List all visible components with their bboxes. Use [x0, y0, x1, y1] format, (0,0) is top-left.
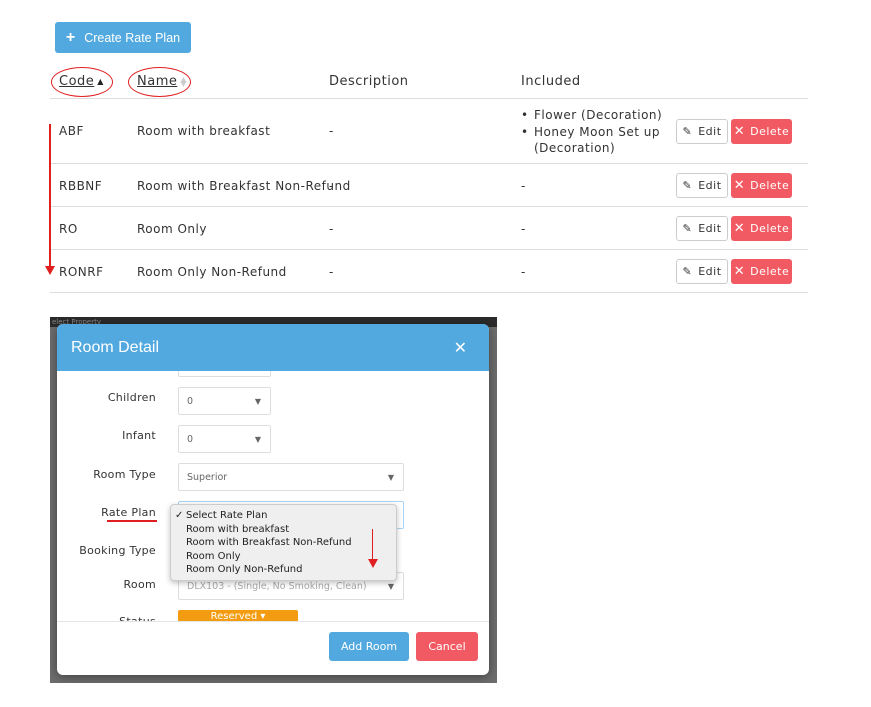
- cell-description: -: [329, 222, 334, 236]
- children-label: Children: [107, 391, 156, 404]
- caret-down-icon: ▼: [387, 473, 394, 482]
- modal-body: Children 0 ▼ Infant 0 ▼ Room Type Superior…: [57, 371, 489, 622]
- dropdown-option[interactable]: Room with breakfast: [171, 523, 396, 537]
- add-room-button[interactable]: Add Room: [329, 632, 409, 661]
- pencil-icon: ✎: [682, 179, 693, 192]
- close-icon: ✕: [733, 124, 746, 139]
- create-rate-plan-button[interactable]: + Create Rate Plan: [55, 22, 191, 53]
- plus-icon: +: [65, 28, 76, 46]
- checkmark-icon: ✓: [175, 510, 184, 521]
- edit-button[interactable]: ✎ Edit: [676, 216, 728, 241]
- included-item: Flower (Decoration): [521, 107, 662, 124]
- delete-button[interactable]: ✕ Delete: [731, 216, 792, 241]
- cell-name: Room with breakfast: [137, 124, 271, 138]
- annotation-circle-name: [128, 67, 191, 97]
- table-header: Code ▲ Name ▲ ▼ Description Included: [50, 64, 808, 99]
- cell-included: Flower (Decoration) Honey Moon Set up(De…: [521, 107, 662, 157]
- modal-title: Room Detail: [71, 338, 160, 356]
- dropdown-option[interactable]: Room with Breakfast Non-Refund: [171, 536, 396, 550]
- table-row: ABF Room with breakfast - Flower (Decora…: [50, 99, 808, 164]
- annotation-underline: [107, 520, 157, 522]
- room-detail-screenshot: elect Property Room Detail ✕ Children 0 ▼…: [50, 317, 497, 683]
- dropdown-option[interactable]: Room Only: [171, 550, 396, 564]
- close-icon: ✕: [733, 178, 746, 193]
- rate-plan-dropdown-menu: ✓ Select Rate Plan Room with breakfast Ro…: [170, 504, 397, 581]
- close-icon: ✕: [733, 264, 746, 279]
- close-icon: ✕: [733, 221, 746, 236]
- cell-description: -: [329, 179, 334, 193]
- infant-value: 0: [187, 433, 194, 445]
- column-header-included: Included: [521, 74, 581, 89]
- annotation-sort-arrow: [49, 124, 51, 268]
- cancel-button[interactable]: Cancel: [416, 632, 478, 661]
- edit-button[interactable]: ✎ Edit: [676, 119, 728, 144]
- cell-code: ABF: [59, 124, 84, 138]
- table-row: RO Room Only - - ✎ Edit ✕ Delete: [50, 207, 808, 250]
- room-type-select[interactable]: Superior ▼: [178, 463, 404, 491]
- status-label: Status: [119, 615, 156, 622]
- modal-footer: Add Room Cancel: [57, 622, 489, 675]
- cell-code: RBBNF: [59, 179, 103, 193]
- delete-button[interactable]: ✕ Delete: [731, 173, 792, 198]
- cell-description: -: [329, 265, 334, 279]
- room-type-label: Room Type: [93, 468, 156, 481]
- caret-down-icon: ▼: [387, 582, 394, 591]
- delete-button[interactable]: ✕ Delete: [731, 119, 792, 144]
- cell-code: RO: [59, 222, 78, 236]
- cell-name: Room with Breakfast Non-Refund: [137, 179, 351, 193]
- pencil-icon: ✎: [682, 222, 693, 235]
- infant-select[interactable]: 0 ▼: [178, 425, 271, 453]
- caret-down-icon: ▼: [254, 397, 261, 406]
- infant-label: Infant: [122, 429, 156, 442]
- column-header-description: Description: [329, 74, 409, 89]
- children-value: 0: [187, 395, 194, 407]
- caret-down-icon: ▼: [254, 435, 261, 444]
- cell-code: RONRF: [59, 265, 104, 279]
- booking-type-label: Booking Type: [79, 544, 156, 557]
- room-type-value: Superior: [187, 471, 228, 483]
- cell-description: -: [329, 124, 334, 138]
- edit-button[interactable]: ✎ Edit: [676, 259, 728, 284]
- adults-select[interactable]: [178, 371, 271, 377]
- rate-plan-table: Code ▲ Name ▲ ▼ Description Included ABF Ro…: [50, 64, 808, 293]
- dropdown-option[interactable]: Room Only Non-Refund: [171, 563, 396, 577]
- room-detail-modal: Room Detail ✕ Children 0 ▼ Infant 0 ▼ Room…: [57, 324, 489, 675]
- cell-name: Room Only Non-Refund: [137, 265, 287, 279]
- table-row: RONRF Room Only Non-Refund - - ✎ Edit ✕ De…: [50, 250, 808, 293]
- dropdown-option[interactable]: ✓ Select Rate Plan: [171, 509, 396, 523]
- cell-included: -: [521, 222, 526, 236]
- pencil-icon: ✎: [682, 125, 693, 138]
- delete-button[interactable]: ✕ Delete: [731, 259, 792, 284]
- pencil-icon: ✎: [682, 265, 693, 278]
- close-icon[interactable]: ✕: [454, 338, 467, 358]
- cell-name: Room Only: [137, 222, 207, 236]
- status-value: Reserved: [210, 611, 258, 622]
- cell-included: -: [521, 179, 526, 193]
- create-rate-plan-label: Create Rate Plan: [84, 30, 181, 45]
- rate-plan-label: Rate Plan: [101, 506, 156, 519]
- table-row: RBBNF Room with Breakfast Non-Refund - -…: [50, 164, 808, 207]
- cell-included: -: [521, 265, 526, 279]
- annotation-arrow-head-icon: [45, 266, 55, 275]
- modal-header: Room Detail ✕: [57, 324, 489, 371]
- annotation-scroll-arrow: [372, 529, 374, 561]
- annotation-arrow-head-icon: [368, 559, 378, 568]
- status-dropdown-button[interactable]: Reserved ▾: [178, 610, 298, 622]
- room-value: DLX103 - (Single, No Smoking, Clean): [187, 580, 367, 592]
- edit-button[interactable]: ✎ Edit: [676, 173, 728, 198]
- included-item: Honey Moon Set up(Decoration): [521, 124, 662, 157]
- children-select[interactable]: 0 ▼: [178, 387, 271, 415]
- annotation-circle-code: [51, 67, 113, 97]
- room-label: Room: [123, 578, 156, 591]
